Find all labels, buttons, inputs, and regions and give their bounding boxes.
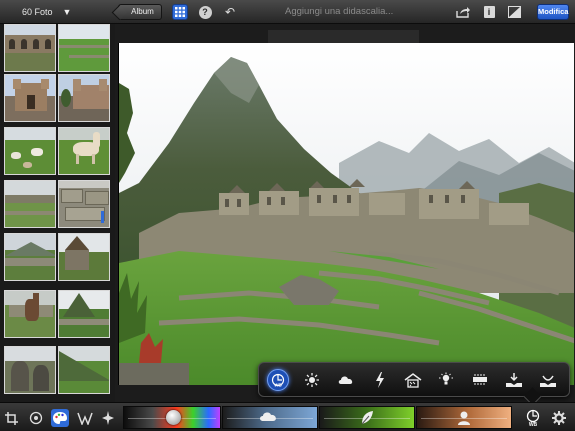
share-icon[interactable]: [455, 4, 471, 20]
edit-button[interactable]: Modifica: [537, 4, 569, 20]
flash-icon[interactable]: [369, 369, 391, 391]
gear-icon[interactable]: [550, 409, 568, 427]
thumbnail-huayna-picchu[interactable]: [58, 290, 110, 338]
thumbnail-mountain-ruins[interactable]: [4, 233, 56, 281]
thumbnail-rocks[interactable]: [4, 346, 56, 394]
thumbnail-courtyard-ruins[interactable]: [4, 24, 56, 72]
thumbnail-alpaca[interactable]: [58, 127, 110, 175]
photo-count-dropdown[interactable]: 60 Foto ▼: [22, 4, 71, 20]
thumbnail-terraced-field[interactable]: [4, 180, 56, 228]
caption-field[interactable]: Aggiungi una didascalia...: [285, 6, 393, 17]
bottom-toolbar: WB: [0, 402, 575, 431]
album-back-button[interactable]: Album: [118, 4, 162, 20]
compare-icon[interactable]: [506, 4, 522, 20]
help-icon[interactable]: ?: [197, 4, 213, 20]
thumbnail-cathedral[interactable]: [4, 74, 56, 122]
face-icon[interactable]: [537, 369, 559, 391]
thumbnail-green-terraces[interactable]: [58, 24, 110, 72]
white-balance-toolbar: WB: [258, 362, 570, 397]
cloud-icon[interactable]: [335, 369, 357, 391]
svg-text:WB: WB: [274, 383, 282, 388]
saturation-slider[interactable]: [222, 406, 318, 429]
palette-icon[interactable]: [51, 409, 69, 427]
info-icon[interactable]: i: [481, 4, 497, 20]
foliage-slider[interactable]: [319, 406, 415, 429]
top-toolbar: 60 Foto ▼ Album ? ↶ Aggiungi una didasca…: [0, 0, 575, 24]
chevron-down-icon: ▼: [62, 7, 72, 17]
grid-view-icon[interactable]: [172, 4, 188, 20]
thumbnail-stone-wall[interactable]: [58, 180, 110, 228]
shade-icon[interactable]: [402, 369, 424, 391]
effects-icon[interactable]: [99, 409, 117, 427]
undo-icon[interactable]: ↶: [222, 4, 238, 20]
skin-tone-slider[interactable]: [416, 406, 512, 429]
wb-label: WB: [529, 422, 538, 427]
thumbnail-cathedral-square[interactable]: [58, 74, 110, 122]
eyedropper-icon[interactable]: [503, 369, 525, 391]
brush-icon[interactable]: [76, 409, 94, 427]
fluorescent-icon[interactable]: [469, 369, 491, 391]
auto-wb-icon[interactable]: WB: [267, 369, 289, 391]
photo-header-tab: [268, 30, 419, 43]
white-balance-icon[interactable]: WB: [522, 409, 544, 427]
thumbnail-sidebar[interactable]: [0, 24, 115, 402]
thumbnail-mountain-slope[interactable]: [58, 346, 110, 394]
crop-icon[interactable]: [2, 409, 20, 427]
sun-icon[interactable]: [301, 369, 323, 391]
photo-count-label: 60 Foto: [22, 7, 53, 17]
main-photo[interactable]: [118, 43, 574, 385]
rotate-icon[interactable]: [27, 409, 45, 427]
exposure-slider[interactable]: [123, 406, 221, 429]
thumbnail-llama-portrait[interactable]: [4, 290, 56, 338]
thumbnail-llamas-grazing[interactable]: [4, 127, 56, 175]
tungsten-icon[interactable]: [435, 369, 457, 391]
thumbnail-stone-hut[interactable]: [58, 233, 110, 281]
photo-editor-app: 60 Foto ▼ Album ? ↶ Aggiungi una didasca…: [0, 0, 575, 431]
